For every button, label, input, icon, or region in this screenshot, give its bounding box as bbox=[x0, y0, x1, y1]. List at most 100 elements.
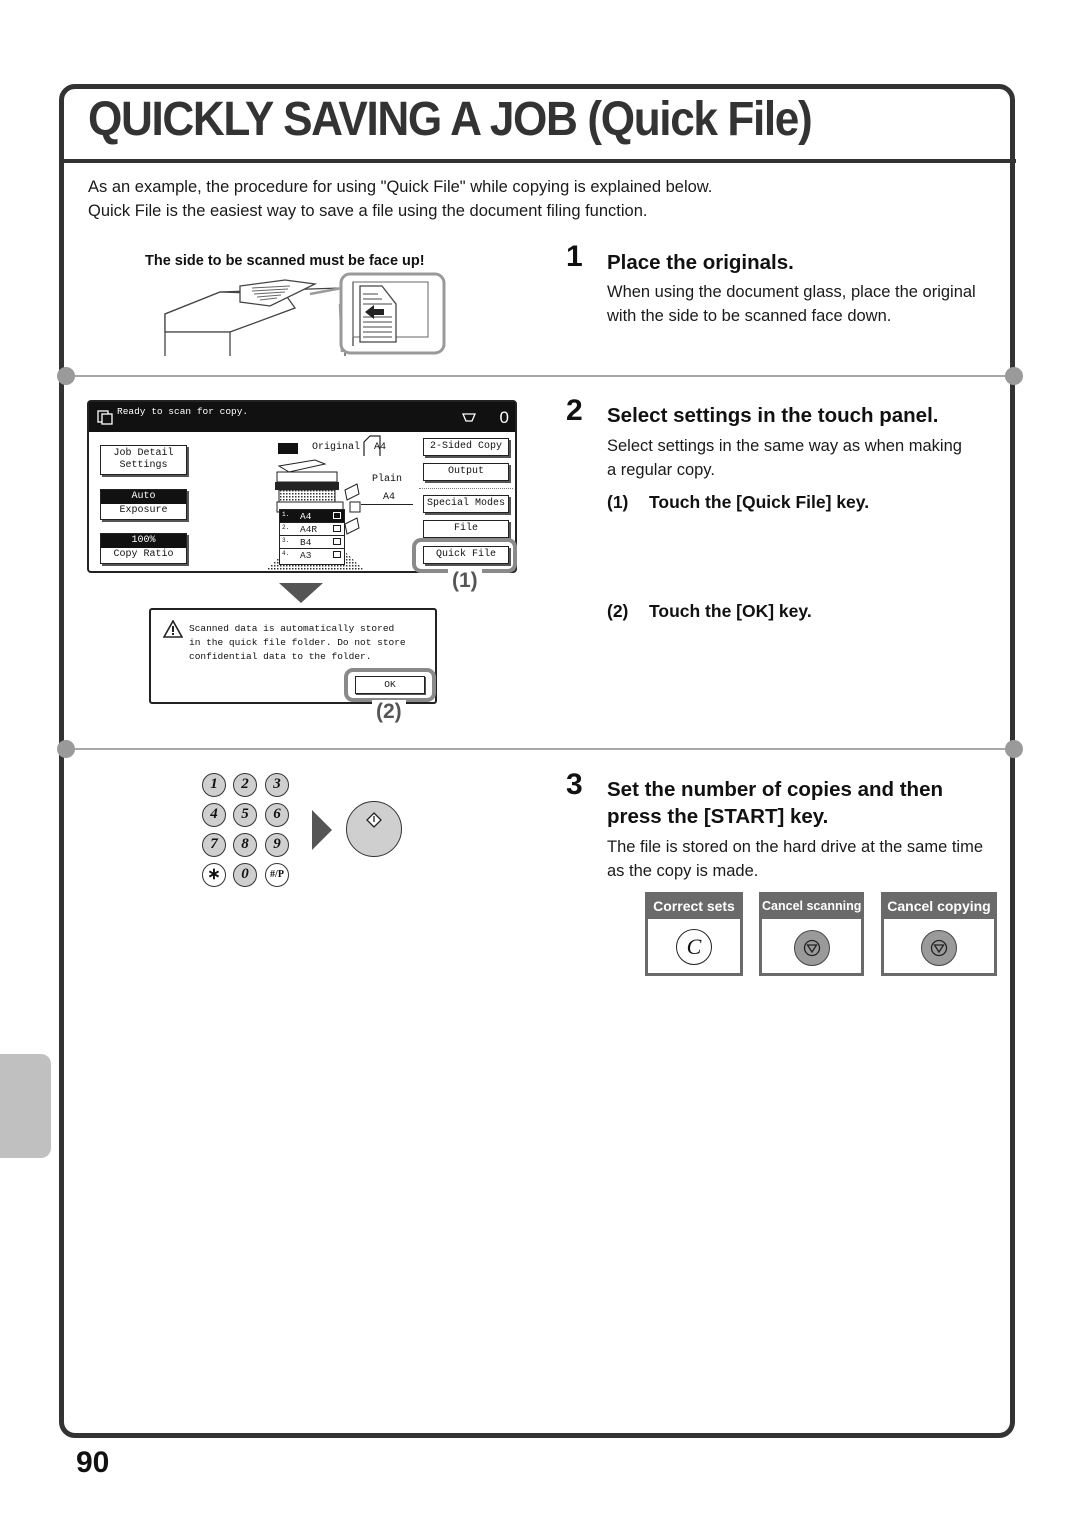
intro-line-1: As an example, the procedure for using "… bbox=[88, 178, 713, 196]
original-mode-icon bbox=[278, 443, 298, 454]
start-icon bbox=[366, 812, 382, 828]
copy-ratio-label: Copy Ratio bbox=[113, 549, 174, 560]
document-feeder-illustration bbox=[164, 272, 446, 356]
job-detail-settings-button[interactable]: Job Detail Settings bbox=[100, 445, 187, 475]
step-3-heading-line-2: press the [START] key. bbox=[607, 805, 829, 828]
arrow-down-icon bbox=[279, 583, 323, 603]
button-group-divider bbox=[419, 488, 513, 490]
step-2-text: Select settings in the same way as when … bbox=[607, 437, 962, 479]
step-2-heading: Select settings in the touch panel. bbox=[607, 404, 939, 427]
tray-size: A4 bbox=[300, 511, 312, 522]
tray-size: A3 bbox=[300, 550, 312, 561]
special-modes-button[interactable]: Special Modes bbox=[423, 495, 509, 513]
tray-icon bbox=[333, 538, 341, 545]
dialog-message: Scanned data is automatically stored in … bbox=[189, 623, 406, 662]
exposure-button[interactable]: Auto Exposure bbox=[100, 489, 187, 520]
page-title: QUICKLY SAVING A JOB (Quick File) bbox=[88, 93, 813, 146]
substep-1: (1) Touch the [Quick File] key. bbox=[607, 492, 869, 513]
key-4[interactable]: 4 bbox=[202, 803, 226, 827]
key-3[interactable]: 3 bbox=[265, 773, 289, 797]
tray-3[interactable]: 3. B4 bbox=[280, 536, 344, 549]
copy-ratio-button[interactable]: 100% Copy Ratio bbox=[100, 533, 187, 564]
key-hash-p[interactable]: #/P bbox=[265, 863, 289, 887]
intro-line-2: Quick File is the easiest way to save a … bbox=[88, 202, 648, 220]
substep-number: (2) bbox=[607, 601, 629, 621]
callout-1: (1) bbox=[448, 569, 482, 593]
correct-sets-box: Correct sets C bbox=[645, 892, 743, 976]
tray-4[interactable]: 4. A3 bbox=[280, 549, 344, 562]
key-box-label: Cancel copying bbox=[884, 895, 994, 919]
key-asterisk[interactable]: ∗ bbox=[202, 863, 226, 887]
step-3-text: The file is stored on the hard drive at … bbox=[607, 838, 984, 880]
tray-1[interactable]: 1. A4 bbox=[280, 510, 344, 523]
stop-icon[interactable] bbox=[793, 930, 830, 966]
tray-index: 4. bbox=[282, 550, 290, 557]
copy-ratio-value: 100% bbox=[101, 534, 186, 548]
step-3-heading-line-1: Set the number of copies and then bbox=[607, 778, 944, 801]
output-tray-icon bbox=[462, 413, 476, 422]
divider-dot-right bbox=[1005, 367, 1023, 385]
step-3-number: 3 bbox=[566, 768, 583, 801]
tray-icon bbox=[333, 512, 341, 519]
stop-icon[interactable] bbox=[921, 930, 957, 966]
original-label: Original bbox=[312, 442, 361, 453]
panel-status-text: Ready to scan for copy. bbox=[117, 406, 249, 417]
step-2-number: 2 bbox=[566, 394, 583, 427]
tray-2[interactable]: 2. A4R bbox=[280, 523, 344, 536]
paper-type: Plain bbox=[372, 474, 403, 485]
file-button[interactable]: File bbox=[423, 520, 509, 538]
paper-tray-list: 1. A4 2. A4R 3. B4 4. A3 bbox=[279, 509, 345, 565]
tray-icon bbox=[333, 551, 341, 558]
ok-highlight bbox=[344, 668, 436, 702]
exposure-label: Exposure bbox=[119, 505, 168, 516]
key-box-label: Correct sets bbox=[648, 895, 740, 919]
cancel-copying-box: Cancel copying bbox=[881, 892, 997, 976]
paper-size: A4 bbox=[383, 492, 396, 503]
copy-count: 0 bbox=[499, 408, 509, 427]
page-number: 90 bbox=[76, 1446, 110, 1479]
section-divider-2 bbox=[64, 748, 1016, 750]
tray-size: A4R bbox=[300, 524, 318, 535]
key-0[interactable]: 0 bbox=[233, 863, 257, 887]
quick-file-highlight bbox=[412, 538, 517, 573]
substep-text: Touch the [OK] key. bbox=[649, 601, 812, 621]
chapter-side-tab bbox=[0, 1054, 51, 1158]
stop-glyph bbox=[803, 939, 820, 957]
face-up-caption: The side to be scanned must be face up! bbox=[145, 253, 425, 269]
output-button[interactable]: Output bbox=[423, 463, 509, 481]
panel-status-bar: Ready to scan for copy. 0 bbox=[89, 402, 515, 432]
key-1[interactable]: 1 bbox=[202, 773, 226, 797]
key-8[interactable]: 8 bbox=[233, 833, 257, 857]
key-box-label: Cancel scanning bbox=[762, 895, 861, 919]
key-2[interactable]: 2 bbox=[233, 773, 257, 797]
substep-text: Touch the [Quick File] key. bbox=[649, 492, 870, 512]
step-1-number: 1 bbox=[566, 240, 583, 273]
start-key[interactable] bbox=[346, 801, 402, 857]
tray-index: 2. bbox=[282, 524, 290, 531]
paper-size-leader bbox=[361, 504, 413, 505]
two-sided-copy-button[interactable]: 2-Sided Copy bbox=[423, 438, 509, 456]
warning-icon bbox=[163, 620, 183, 638]
key-6[interactable]: 6 bbox=[265, 803, 289, 827]
arrow-right-icon bbox=[312, 810, 332, 850]
tray-index: 3. bbox=[282, 537, 290, 544]
step-1-text: When using the document glass, place the… bbox=[607, 283, 976, 325]
substep-number: (1) bbox=[607, 492, 629, 512]
key-7[interactable]: 7 bbox=[202, 833, 226, 857]
callout-2: (2) bbox=[372, 700, 406, 724]
key-5[interactable]: 5 bbox=[233, 803, 257, 827]
divider-dot-right bbox=[1005, 740, 1023, 758]
cancel-scanning-box: Cancel scanning bbox=[759, 892, 864, 976]
title-divider bbox=[64, 159, 1016, 163]
tray-icon bbox=[333, 525, 341, 532]
button-label: Job Detail bbox=[113, 448, 174, 459]
divider-dot-left bbox=[57, 740, 75, 758]
stop-glyph bbox=[930, 939, 948, 957]
exposure-value: Auto bbox=[101, 490, 186, 504]
tray-index: 1. bbox=[282, 511, 290, 518]
original-size: A4 bbox=[374, 442, 387, 453]
clear-c-icon[interactable]: C bbox=[676, 929, 712, 965]
step-1-heading: Place the originals. bbox=[607, 251, 794, 274]
tray-size: B4 bbox=[300, 537, 312, 548]
key-9[interactable]: 9 bbox=[265, 833, 289, 857]
